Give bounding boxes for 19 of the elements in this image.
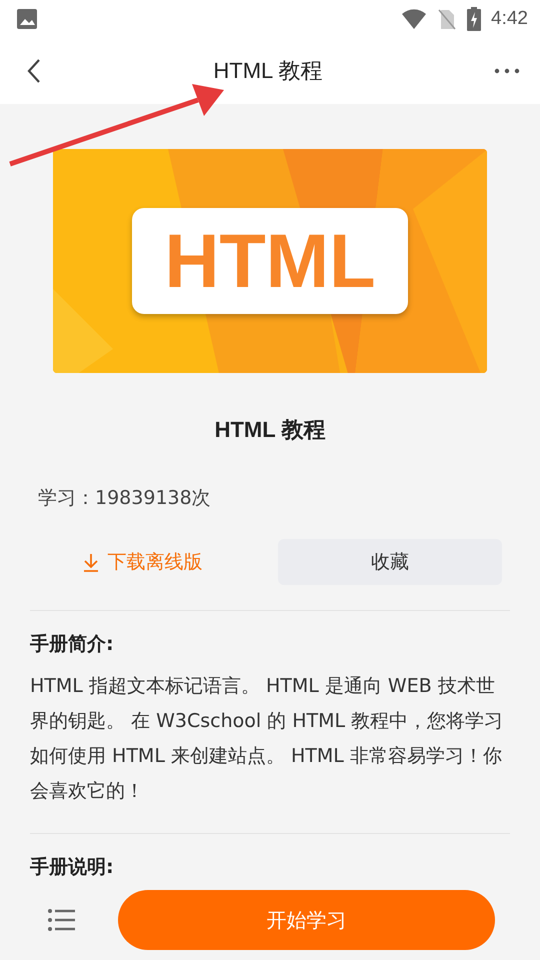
no-sim-icon: [437, 8, 458, 30]
download-icon: [82, 552, 100, 572]
list-icon[interactable]: [48, 908, 76, 932]
battery-icon: [467, 7, 482, 31]
section-heading: 手册说明:: [30, 854, 115, 880]
study-count: 学习：19839138次: [38, 486, 212, 512]
download-button[interactable]: 下载离线版: [30, 539, 254, 586]
wifi-icon: [401, 8, 428, 30]
section-heading: 手册简介:: [30, 632, 115, 658]
image-icon: [16, 8, 38, 30]
favorite-button[interactable]: 收藏: [278, 539, 502, 586]
page-title: HTML 教程: [213, 57, 323, 85]
banner-logo: HTML: [132, 208, 408, 314]
status-time: 4:42: [491, 8, 528, 30]
course-title: HTML 教程: [214, 416, 326, 444]
start-learning-button[interactable]: 开始学习: [118, 890, 495, 950]
more-icon[interactable]: [494, 67, 520, 75]
back-icon[interactable]: [26, 58, 42, 84]
section-text: HTML 指超文本标记语言。 HTML 是通向 WEB 技术世界的钥匙。 在 W3Cschool 的 HTML 教程中，您将学习如何使用 HTML 来创建站点。 HTML 非常容易学习！你会喜欢它的！: [30, 674, 504, 804]
